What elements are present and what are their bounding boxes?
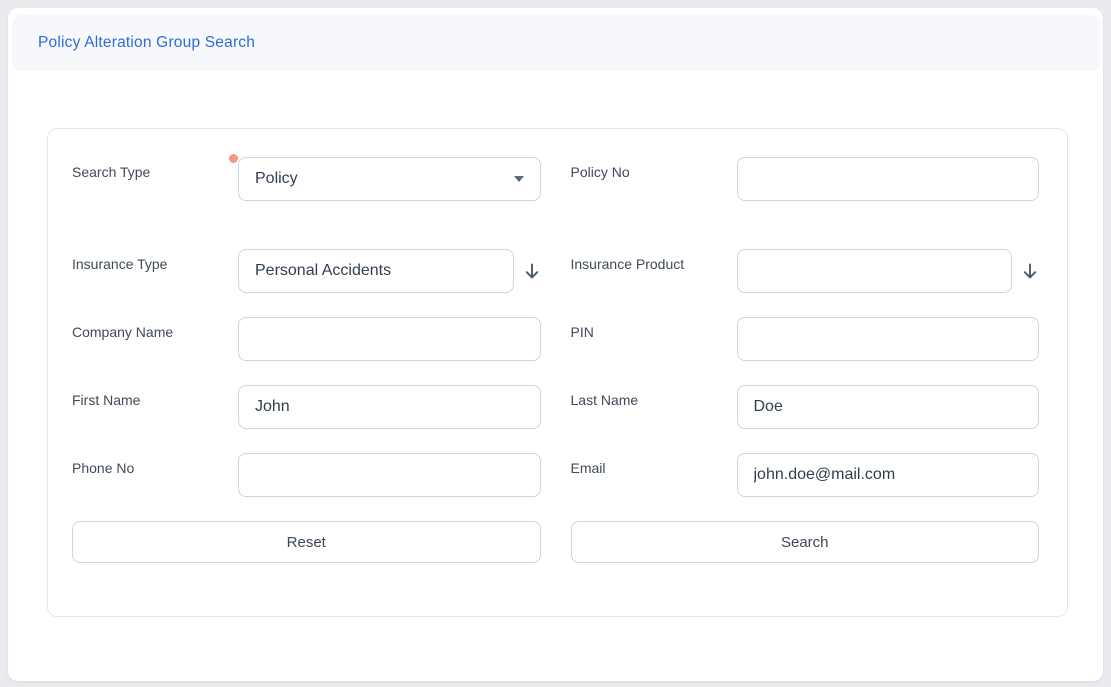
first-name-label: First Name	[72, 385, 238, 429]
required-indicator-dot	[229, 154, 238, 163]
form-row-1: Search Type Policy Policy No	[72, 157, 1039, 201]
insurance-type-label: Insurance Type	[72, 249, 238, 293]
page-header: Policy Alteration Group Search	[12, 15, 1100, 71]
company-name-label: Company Name	[72, 317, 238, 361]
email-input[interactable]	[737, 453, 1040, 497]
pin-input[interactable]	[737, 317, 1040, 361]
main-card: Policy Alteration Group Search Search Ty…	[8, 8, 1103, 681]
arrow-down-icon[interactable]	[1021, 261, 1039, 281]
form-row-3: Company Name PIN	[72, 317, 1039, 361]
last-name-label: Last Name	[571, 385, 737, 429]
insurance-type-input[interactable]	[238, 249, 514, 293]
insurance-type-field: Insurance Type	[72, 249, 541, 293]
last-name-input[interactable]	[737, 385, 1040, 429]
company-name-input[interactable]	[238, 317, 541, 361]
pin-label: PIN	[571, 317, 737, 361]
form-row-4: First Name Last Name	[72, 385, 1039, 429]
form-row-5: Phone No Email	[72, 453, 1039, 497]
insurance-product-field: Insurance Product	[571, 249, 1040, 293]
reset-button[interactable]: Reset	[72, 521, 541, 563]
search-type-field: Search Type Policy	[72, 157, 541, 201]
email-label: Email	[571, 453, 737, 497]
first-name-field: First Name	[72, 385, 541, 429]
insurance-product-input[interactable]	[737, 249, 1013, 293]
policy-no-label: Policy No	[571, 157, 737, 201]
policy-no-input[interactable]	[737, 157, 1040, 201]
insurance-product-label: Insurance Product	[571, 249, 737, 293]
company-name-field: Company Name	[72, 317, 541, 361]
chevron-down-icon	[514, 176, 524, 182]
policy-no-field: Policy No	[571, 157, 1040, 201]
arrow-down-icon[interactable]	[523, 261, 541, 281]
first-name-input[interactable]	[238, 385, 541, 429]
phone-no-input[interactable]	[238, 453, 541, 497]
pin-field: PIN	[571, 317, 1040, 361]
phone-no-label: Phone No	[72, 453, 238, 497]
form-actions-row: Reset Search	[72, 521, 1039, 563]
phone-no-field: Phone No	[72, 453, 541, 497]
search-button[interactable]: Search	[571, 521, 1040, 563]
email-field: Email	[571, 453, 1040, 497]
search-form-card: Search Type Policy Policy No Insu	[47, 128, 1068, 617]
last-name-field: Last Name	[571, 385, 1040, 429]
search-type-value: Policy	[255, 170, 506, 188]
page-title: Policy Alteration Group Search	[38, 34, 255, 52]
search-type-label: Search Type	[72, 157, 238, 201]
search-type-select[interactable]: Policy	[238, 157, 541, 201]
form-row-2: Insurance Type Insurance Product	[72, 249, 1039, 293]
